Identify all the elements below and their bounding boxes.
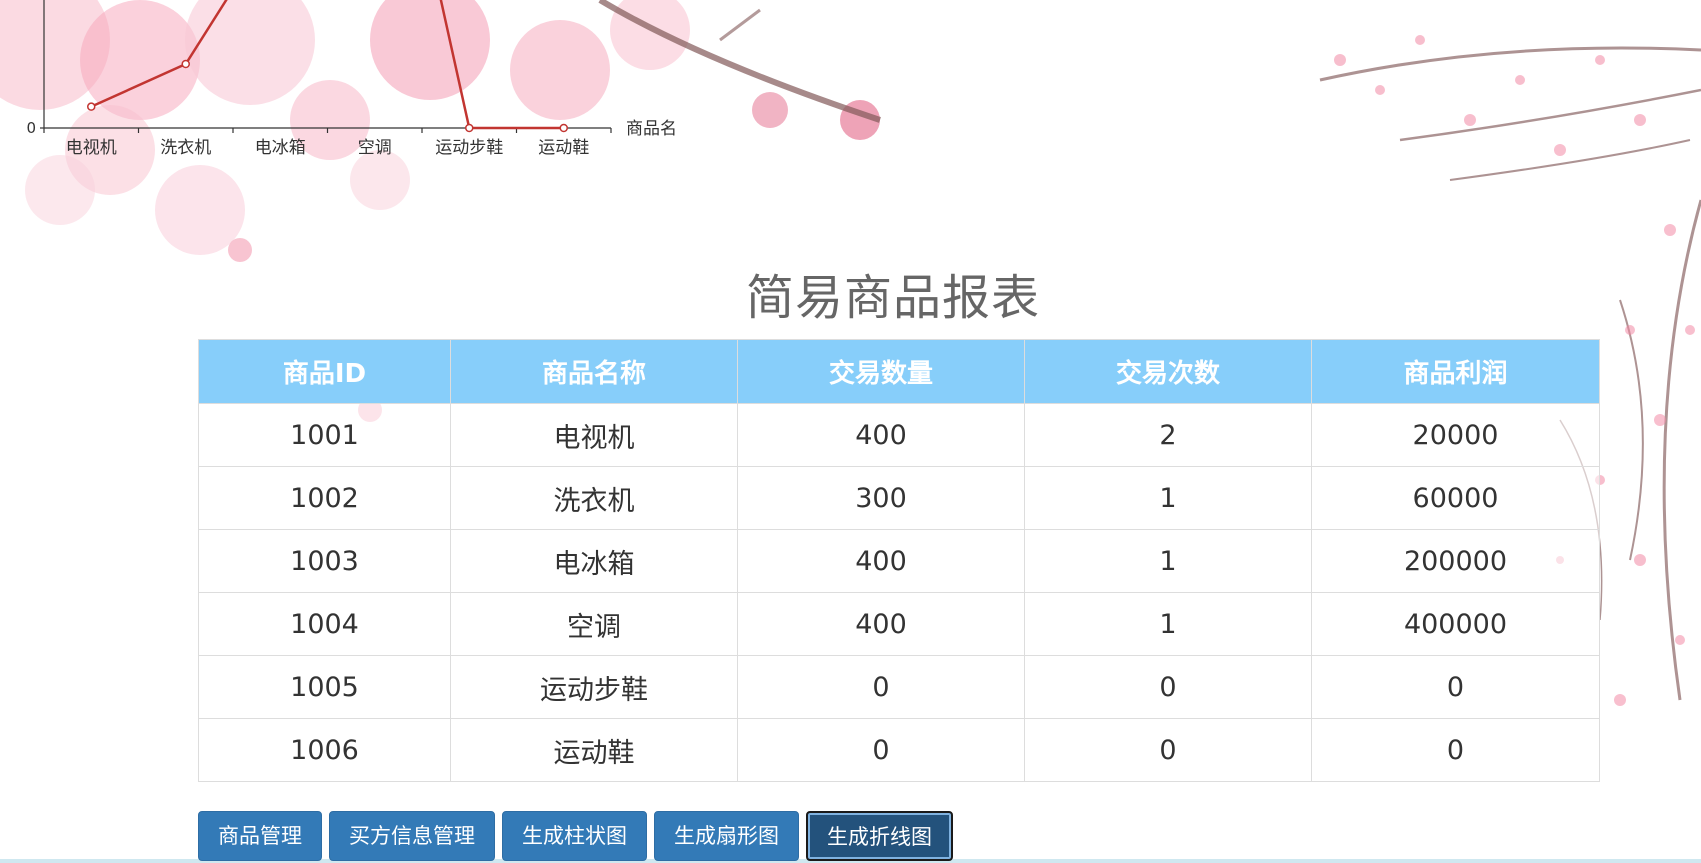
x-axis-name: 商品名 [626,119,677,139]
cell-trade-quantity: 400 [737,592,1025,656]
column-header-trade-quantity: 交易数量 [737,339,1025,404]
cell-trade-count: 1 [1024,466,1312,530]
cell-goods-id: 1001 [198,403,451,467]
data-point [87,102,96,111]
cell-goods-name: 电视机 [450,403,738,467]
page: 0 电视机 洗衣机 电冰箱 空调 运动步鞋 运动鞋 商品名 简易商品报表 商品ID 商品名称 … [0,0,1701,863]
cell-trade-count: 1 [1024,529,1312,593]
x-tick-label: 空调 [358,138,392,158]
cell-goods-profit: 0 [1311,718,1600,782]
cell-goods-name: 空调 [450,592,738,656]
cell-goods-profit: 200000 [1311,529,1600,593]
buyer-info-management-button[interactable]: 买方信息管理 [329,811,495,861]
cell-goods-profit: 20000 [1311,403,1600,467]
table-row: 1005 运动步鞋 0 0 0 [198,655,1600,719]
x-tick-label: 运动鞋 [538,138,589,158]
data-point [181,59,190,69]
table-header-row: 商品ID 商品名称 交易数量 交易次数 商品利润 [198,339,1600,404]
cell-goods-name: 洗衣机 [450,466,738,530]
cell-trade-quantity: 400 [737,403,1025,467]
data-point [465,123,474,133]
cell-goods-name: 电冰箱 [450,529,738,593]
cell-goods-profit: 60000 [1311,466,1600,530]
cell-goods-id: 1004 [198,592,451,656]
report-table: 商品ID 商品名称 交易数量 交易次数 商品利润 1001 电视机 400 2 … [198,339,1600,782]
cell-goods-id: 1005 [198,655,451,719]
generate-pie-chart-button[interactable]: 生成扇形图 [654,811,799,861]
x-tick-label: 运动步鞋 [435,138,503,158]
column-header-trade-count: 交易次数 [1024,339,1312,404]
y-tick-label: 0 [26,119,36,137]
cell-trade-count: 2 [1024,403,1312,467]
generate-line-chart-button[interactable]: 生成折线图 [806,811,953,861]
cell-goods-name: 运动步鞋 [450,655,738,719]
table-row: 1004 空调 400 1 400000 [198,592,1600,656]
x-tick-label: 洗衣机 [160,138,211,158]
cell-goods-name: 运动鞋 [450,718,738,782]
line-chart: 0 电视机 洗衣机 电冰箱 空调 运动步鞋 运动鞋 商品名 [26,0,677,158]
cell-trade-quantity: 0 [737,655,1025,719]
cell-trade-count: 1 [1024,592,1312,656]
table-row: 1003 电冰箱 400 1 200000 [198,529,1600,593]
cell-goods-profit: 400000 [1311,592,1600,656]
cell-goods-id: 1002 [198,466,451,530]
table-row: 1006 运动鞋 0 0 0 [198,718,1600,782]
action-button-bar: 商品管理 买方信息管理 生成柱状图 生成扇形图 生成折线图 [198,811,953,861]
cell-trade-count: 0 [1024,718,1312,782]
data-point [559,123,568,133]
cell-goods-id: 1003 [198,529,451,593]
generate-bar-chart-button[interactable]: 生成柱状图 [502,811,647,861]
cell-trade-quantity: 300 [737,466,1025,530]
cell-trade-quantity: 400 [737,529,1025,593]
x-tick-label: 电视机 [66,138,117,158]
x-tick-label: 电冰箱 [255,138,306,158]
table-row: 1001 电视机 400 2 20000 [198,403,1600,467]
cell-goods-profit: 0 [1311,655,1600,719]
column-header-goods-id: 商品ID [198,339,451,404]
cell-trade-quantity: 0 [737,718,1025,782]
table-body: 1001 电视机 400 2 20000 1002 洗衣机 300 1 6000… [198,403,1600,782]
series-line [90,0,564,130]
table-header: 商品ID 商品名称 交易数量 交易次数 商品利润 [198,339,1600,404]
column-header-goods-profit: 商品利润 [1311,339,1600,404]
cell-trade-count: 0 [1024,655,1312,719]
goods-management-button[interactable]: 商品管理 [198,811,322,861]
column-header-goods-name: 商品名称 [450,339,738,404]
cell-goods-id: 1006 [198,718,451,782]
table-row: 1002 洗衣机 300 1 60000 [198,466,1600,530]
report-title: 简易商品报表 [745,270,1040,326]
